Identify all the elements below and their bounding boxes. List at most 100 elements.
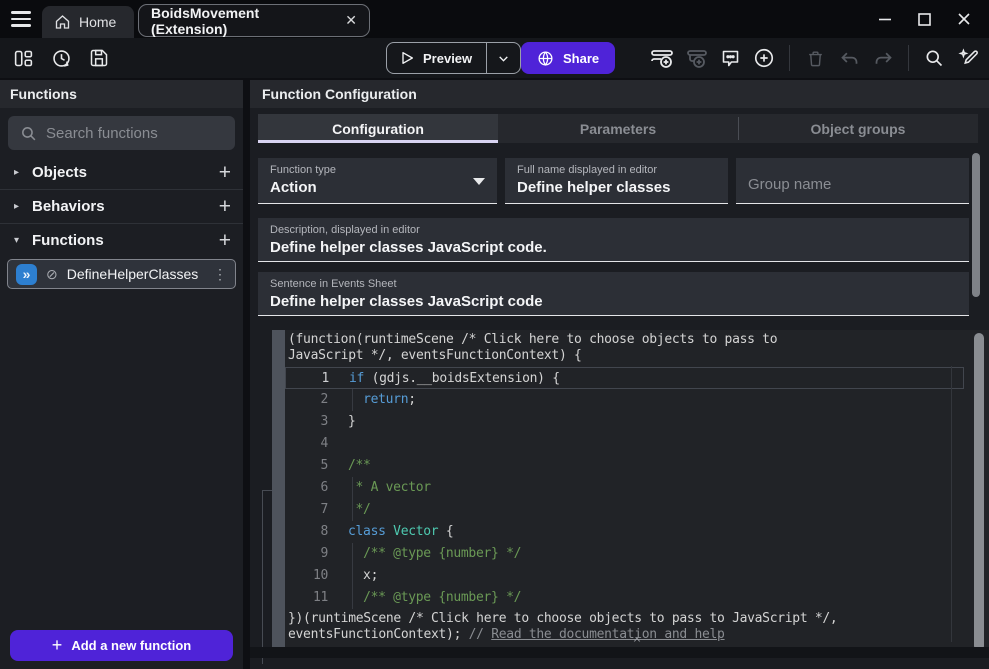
add-event-icon[interactable] [649,45,675,71]
code-line-7[interactable]: 7 */ [285,499,989,521]
line-number: 10 [285,565,328,587]
line-number: 5 [285,455,328,477]
play-icon [399,50,415,66]
tab-boidsmovement[interactable]: BoidsMovement (Extension) ✕ [138,4,370,37]
function-type-select[interactable]: Function type Action [258,158,497,204]
add-new-function-label: Add a new function [71,638,191,653]
chevron-down-icon [497,52,510,65]
line-number: 1 [286,368,329,388]
window-controls [878,0,989,38]
sentence-field[interactable]: Sentence in Events Sheet Define helper c… [258,272,969,316]
window-close-icon[interactable] [957,12,971,26]
choose-event-icon[interactable] [751,45,777,71]
code-line-5[interactable]: 5/** [285,455,989,477]
code-line-2[interactable]: 2 return; [285,389,989,411]
line-number: 7 [285,499,328,521]
code-line-4[interactable]: 4 [285,433,989,455]
full-name-field[interactable]: Full name displayed in editor Define hel… [505,158,728,204]
line-number: 2 [285,389,328,411]
configuration-tabs: Configuration Parameters Object groups [258,114,978,143]
line-number: 8 [285,521,328,543]
tab-home[interactable]: Home [42,6,134,38]
main-header: Function Configuration [250,80,989,108]
function-icon: » [16,264,37,285]
preview-button-group: Preview [386,42,521,74]
search-functions-input[interactable]: Search functions [8,116,235,150]
functions-sidebar: Functions Search functions ▸ Objects + ▸… [0,80,243,669]
code-line-10[interactable]: 10 x; [285,565,989,587]
tab-configuration[interactable]: Configuration [258,114,498,143]
code-line-8[interactable]: 8class Vector { [285,521,989,543]
line-number: 3 [285,411,328,433]
undo-icon[interactable] [836,45,862,71]
private-function-icon: ⊘ [46,266,58,283]
search-placeholder: Search functions [46,125,158,142]
open-panels-icon[interactable] [10,45,36,71]
redo-icon[interactable] [870,45,896,71]
function-item-label: DefineHelperClasses [67,266,199,282]
code-wrapper-header[interactable]: (function(runtimeScene /* Click here to … [285,330,989,363]
code-line-1[interactable]: 1if (gdjs.__boidsExtension) { [285,367,964,389]
add-subevent-icon[interactable] [683,45,709,71]
tab-close-icon[interactable]: ✕ [345,12,357,29]
code-line-11[interactable]: 11 /** @type {number} */ [285,587,989,609]
add-comment-icon[interactable] [717,45,743,71]
group-name-field[interactable]: Group name [736,158,969,204]
hamburger-icon [11,11,31,13]
add-function-button[interactable]: + [219,230,231,251]
sidebar-section-behaviors[interactable]: ▸ Behaviors + [0,190,243,223]
indent-guide [352,587,353,609]
title-bar: Home BoidsMovement (Extension) ✕ [0,0,989,38]
description-field[interactable]: Description, displayed in editor Define … [258,218,969,262]
tab-object-groups[interactable]: Object groups [738,114,978,143]
delete-icon[interactable] [802,45,828,71]
line-number: 11 [285,587,328,609]
indent-guide [352,565,353,587]
sidebar-section-functions[interactable]: ▾ Functions + [0,224,243,257]
home-icon [54,14,71,30]
line-number: 4 [285,433,328,455]
add-behavior-button[interactable]: + [219,196,231,217]
expanded-arrow-icon[interactable]: ▾ [14,235,28,246]
collapsed-arrow-icon[interactable]: ▸ [14,167,28,178]
add-object-button[interactable]: + [219,162,231,183]
javascript-code-editor[interactable]: (function(runtimeScene /* Click here to … [285,330,989,658]
edit-extension-icon[interactable] [955,45,981,71]
tab-home-label: Home [79,14,116,30]
preview-button-label: Preview [423,51,472,66]
sidebar-title: Functions [10,86,77,102]
tab-parameters[interactable]: Parameters [498,114,738,143]
code-line-9[interactable]: 9 /** @type {number} */ [285,543,989,565]
indent-guide [352,499,353,521]
preview-options-button[interactable] [487,43,520,73]
version-history-icon[interactable] [48,45,74,71]
search-icon[interactable] [921,45,947,71]
indent-guide [352,477,353,499]
main-title: Function Configuration [262,86,417,102]
app-window: Home BoidsMovement (Extension) ✕ [0,0,989,669]
collapsed-arrow-icon[interactable]: ▸ [14,201,28,212]
events-sheet-code-event: (function(runtimeScene /* Click here to … [250,330,989,658]
kebab-menu-icon[interactable]: ⋮ [213,266,227,283]
column-ruler [951,366,952,642]
add-new-function-button[interactable]: + Add a new function [10,630,233,661]
preview-button[interactable]: Preview [387,43,486,73]
plus-icon: + [52,635,63,656]
save-icon[interactable] [86,45,112,71]
dropdown-arrow-icon [473,178,485,185]
code-line-3[interactable]: 3} [285,411,989,433]
window-maximize-icon[interactable] [918,13,931,26]
share-button[interactable]: Share [521,42,615,74]
tab-active-label: BoidsMovement (Extension) [151,5,335,37]
code-line-6[interactable]: 6 * A vector [285,477,989,499]
event-drag-handle[interactable] [272,330,285,658]
form-scrollbar[interactable] [972,153,980,297]
main-menu-button[interactable] [8,7,34,31]
code-lines[interactable]: 1if (gdjs.__boidsExtension) {2 return;3}… [285,367,989,609]
function-configuration-panel: Function Configuration Configuration Par… [250,80,989,669]
share-button-label: Share [563,51,599,66]
editor-scrollbar[interactable] [974,333,984,651]
sidebar-section-objects[interactable]: ▸ Objects + [0,156,243,189]
function-list-item-selected[interactable]: » ⊘ DefineHelperClasses ⋮ [7,259,236,289]
window-minimize-icon[interactable] [878,12,892,26]
